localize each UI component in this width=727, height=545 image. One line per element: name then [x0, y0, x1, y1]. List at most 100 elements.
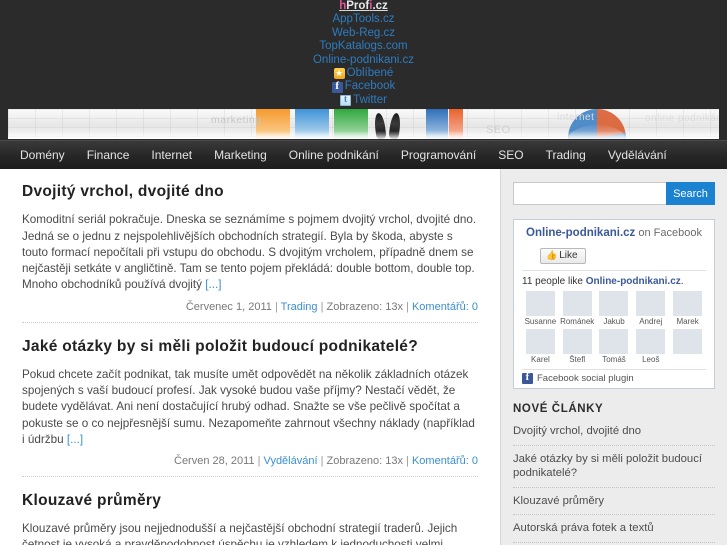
facepile-name: Štefl [569, 355, 586, 365]
nav-item-domeny[interactable]: Domény [9, 141, 76, 169]
facepile-name: Susanne [524, 317, 557, 327]
article-date: Červenec 1, 2011 [185, 300, 272, 313]
list-item[interactable]: Klouzavé průměry [513, 494, 715, 516]
read-more-link[interactable]: [...] [67, 433, 83, 446]
facebook-link[interactable]: Facebook [345, 80, 396, 93]
article-title-link[interactable]: Dvojitý vrchol, dvojité dno [22, 183, 224, 200]
recent-link[interactable]: Jaké otázky by si měli položit budoucí p… [513, 452, 715, 481]
nav-item-vydelavani[interactable]: Vydělávání [597, 141, 678, 169]
favorites-row: Oblíbené [0, 67, 727, 80]
recent-link[interactable]: Autorská práva fotek a textů [513, 521, 715, 536]
facepile-item[interactable]: Karel [522, 329, 559, 364]
nav-item-programovani[interactable]: Programování [390, 141, 487, 169]
avatar [599, 291, 629, 317]
facepile-item[interactable]: Jakub [596, 291, 633, 326]
article-date: Červen 28, 2011 [174, 455, 255, 468]
twitter-row: Twitter [0, 94, 727, 107]
facepile-name: Tomáš [602, 355, 626, 365]
facepile-name: Andrej [639, 317, 663, 327]
facebook-on-label: on Facebook [638, 227, 702, 240]
hprofi-tld: .cz [372, 0, 388, 12]
facebook-count-suffix: . [680, 276, 684, 288]
article-item: Jaké otázky by si měli položit budoucí p… [22, 338, 478, 492]
facepile-item[interactable]: Susanne [522, 291, 559, 326]
nav-item-seo[interactable]: SEO [487, 141, 534, 169]
article-title[interactable]: Klouzavé průměry [22, 492, 478, 510]
article-category[interactable]: Vydělávání [264, 455, 318, 467]
facebook-like-label: Like [559, 250, 578, 262]
facebook-like-count: 11 people like Online-podnikani.cz. [522, 270, 706, 287]
facepile-name: Románek [560, 317, 595, 327]
facepile-name: Leoš [642, 355, 660, 365]
recent-link[interactable]: Dvojitý vrchol, dvojité dno [513, 424, 715, 439]
nav-item-finance[interactable]: Finance [76, 141, 141, 169]
avatar [525, 329, 555, 355]
article-meta: Červenec 1, 2011 | Trading | Zobrazeno: … [22, 301, 478, 323]
avatar [673, 291, 703, 317]
facebook-count-prefix: 11 people like [522, 276, 586, 288]
nav-item-online-podnikani[interactable]: Online podnikání [278, 141, 390, 169]
hprofi-prof: Prof [346, 0, 370, 12]
avatar [562, 329, 592, 355]
list-item[interactable]: Jaké otázky by si měli položit budoucí p… [513, 452, 715, 488]
facepile-item[interactable]: Andrej [632, 291, 669, 326]
facebook-like-button[interactable]: 👍 Like [540, 248, 586, 265]
facepile-name: Jakub [603, 317, 625, 327]
site-banner-wrap: marketing SEO internet online podnikání [0, 107, 727, 141]
facepile-name: Marek [676, 317, 699, 327]
avatar [636, 329, 666, 355]
avatar [599, 329, 629, 355]
read-more-link[interactable]: [...] [205, 278, 221, 291]
search-input[interactable] [513, 182, 666, 206]
article-excerpt: Komoditní seriál pokračuje. Dneska se se… [22, 212, 478, 293]
search-form: Search [513, 182, 715, 206]
facepile-item[interactable]: Marek [669, 291, 706, 326]
search-button[interactable]: Search [666, 182, 715, 206]
facebook-facepile: Susanne Románek Jakub Andrej Marek Karel… [522, 291, 706, 367]
banner-word-internet: internet [557, 112, 595, 124]
facepile-name: Karel [531, 355, 550, 365]
top-link-topkatalogs[interactable]: TopKatalogs.com [0, 40, 727, 53]
article-meta: Červen 28, 2011 | Vydělávání | Zobrazeno… [22, 455, 478, 478]
facebook-icon [522, 371, 533, 385]
facepile-item[interactable]: Tomáš [596, 329, 633, 364]
facebook-icon [331, 80, 343, 93]
facebook-likebox: Online-podnikani.cz on Facebook 👍 Like 11… [513, 219, 715, 390]
twitter-link[interactable]: Twitter [353, 94, 387, 107]
article-title[interactable]: Jaké otázky by si měli položit budoucí p… [22, 338, 478, 356]
thumbs-up-icon: 👍 [546, 250, 558, 261]
article-comments[interactable]: Komentářů: 0 [412, 455, 478, 467]
article-excerpt: Pokud chcete začít podnikat, tak musíte … [22, 367, 478, 448]
article-views: Zobrazeno: 13x [326, 300, 403, 313]
top-link-apptools[interactable]: AppTools.cz [0, 13, 727, 26]
favorites-link[interactable]: Oblíbené [347, 67, 394, 80]
article-views: Zobrazeno: 13x [326, 455, 403, 468]
article-title-link[interactable]: Jaké otázky by si měli položit budoucí p… [22, 338, 418, 355]
avatar [525, 291, 555, 317]
article-excerpt: Klouzavé průměry jsou nejjednodušší a ne… [22, 521, 478, 545]
article-title[interactable]: Dvojitý vrchol, dvojité dno [22, 183, 478, 201]
recent-link[interactable]: Klouzavé průměry [513, 494, 715, 509]
article-excerpt-text: Pokud chcete začít podnikat, tak musíte … [22, 367, 475, 446]
list-item[interactable]: Autorská práva fotek a textů [513, 521, 715, 543]
facepile-item[interactable]: Leoš [632, 329, 669, 364]
top-link-webreg[interactable]: Web-Reg.cz [0, 27, 727, 40]
article-category[interactable]: Trading [281, 301, 318, 313]
facepile-item[interactable] [669, 329, 706, 364]
top-link-hprofi[interactable]: hProfi.cz [0, 0, 727, 13]
facepile-item[interactable]: Románek [559, 291, 596, 326]
nav-item-internet[interactable]: Internet [140, 141, 203, 169]
sidebar-recent-title: NOVÉ ČLÁNKY [513, 403, 604, 416]
article-comments[interactable]: Komentářů: 0 [412, 301, 478, 313]
top-link-onlinepodnikani[interactable]: Online-podnikani.cz [0, 54, 727, 67]
avatar [636, 291, 666, 317]
nav-item-trading[interactable]: Trading [535, 141, 597, 169]
twitter-icon [340, 94, 352, 106]
facepile-item[interactable]: Štefl [559, 329, 596, 364]
facebook-page-name: Online-podnikani.cz [526, 227, 636, 240]
list-item[interactable]: Dvojitý vrchol, dvojité dno [513, 424, 715, 446]
article-title-link[interactable]: Klouzavé průměry [22, 492, 161, 509]
article-item: Klouzavé průměry Klouzavé průměry jsou n… [22, 492, 478, 545]
nav-item-marketing[interactable]: Marketing [203, 141, 278, 169]
article-item: Dvojitý vrchol, dvojité dno Komoditní se… [22, 183, 478, 337]
